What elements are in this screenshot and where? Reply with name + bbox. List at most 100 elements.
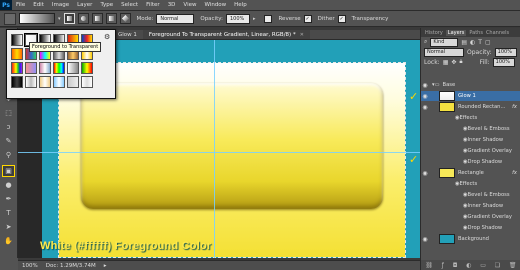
panel-tab[interactable]: Layers — [445, 29, 467, 36]
visibility-eye-icon[interactable] — [455, 213, 463, 221]
folder-icon[interactable]: ▭ — [480, 262, 486, 269]
visibility-eye-icon[interactable] — [455, 136, 463, 144]
folder-icon[interactable]: ▾▭ — [432, 82, 440, 88]
layer-opacity-field[interactable]: 100% — [494, 47, 517, 57]
menu-item[interactable]: Help — [230, 2, 251, 8]
gradient-preset-swatch[interactable] — [11, 76, 23, 88]
stamp-tool-icon[interactable]: ⚲ — [3, 150, 14, 160]
layer-row[interactable]: ◉ Effects — [421, 179, 520, 189]
gradient-preset-swatch[interactable] — [11, 34, 23, 46]
panel-tab[interactable]: Paths — [469, 30, 483, 36]
visibility-eye-icon[interactable] — [455, 191, 463, 199]
menu-item[interactable]: Filter — [142, 2, 164, 8]
mask-icon[interactable]: ◘ — [453, 262, 458, 269]
kind-filter-select[interactable]: Kind — [430, 37, 459, 47]
path-select-tool-icon[interactable]: ➤ — [3, 222, 14, 232]
visibility-eye-icon[interactable] — [447, 180, 455, 188]
diamond-gradient-button[interactable] — [119, 13, 131, 24]
mode-select[interactable]: Normal — [156, 13, 195, 24]
gradient-preset-swatch[interactable] — [53, 76, 65, 88]
layer-thumbnail[interactable] — [439, 234, 455, 244]
gradient-preset-swatch[interactable] — [25, 76, 37, 88]
gradient-preset-swatch[interactable] — [11, 48, 23, 60]
menu-item[interactable]: Window — [200, 2, 230, 8]
visibility-eye-icon[interactable]: ◉ — [421, 103, 429, 111]
brush-tool-icon[interactable]: ✎ — [3, 136, 14, 146]
menu-item[interactable]: Image — [48, 2, 73, 8]
layer-thumbnail[interactable] — [439, 102, 455, 112]
visibility-eye-icon[interactable] — [455, 224, 463, 232]
layer-row[interactable]: ◉ Background — [421, 234, 520, 244]
menu-item[interactable]: Edit — [29, 2, 48, 8]
layer-row[interactable]: ◉ Rounded Rectan... fx — [421, 102, 520, 112]
reflected-gradient-button[interactable] — [105, 13, 117, 24]
visibility-eye-icon[interactable] — [455, 158, 463, 166]
layer-row[interactable]: ◉ Bevel & Emboss — [421, 190, 520, 200]
panel-tab[interactable]: Channels — [486, 30, 509, 36]
layer-row[interactable]: ◉ Drop Shadow — [421, 157, 520, 167]
fx-icon[interactable]: ƒ — [442, 262, 444, 269]
transparency-checkbox[interactable]: ✓ — [337, 14, 346, 23]
trash-icon[interactable]: 🗑︎ — [509, 262, 517, 269]
zoom-level[interactable]: 100% — [22, 263, 38, 269]
filter-pixel-icon[interactable]: ▤ — [461, 39, 467, 46]
dither-checkbox[interactable]: ✓ — [303, 14, 312, 23]
new-layer-icon[interactable]: ❏ — [495, 262, 500, 269]
gradient-preset-swatch[interactable] — [81, 76, 93, 88]
layer-row[interactable]: ◉ ▾▭ Base — [421, 80, 520, 90]
filter-type-icon[interactable]: T — [478, 39, 482, 46]
gradient-preset-swatch[interactable] — [25, 62, 37, 74]
layer-row[interactable]: ◉ Bevel & Emboss — [421, 124, 520, 134]
layer-row[interactable]: ◉ Gradient Overlay — [421, 146, 520, 156]
gradient-preset-swatch[interactable] — [53, 62, 65, 74]
visibility-eye-icon[interactable] — [455, 147, 463, 155]
menu-item[interactable]: View — [179, 2, 200, 8]
gradient-preset-swatch[interactable] — [39, 62, 51, 74]
visibility-eye-icon[interactable] — [455, 125, 463, 133]
menu-item[interactable]: Layer — [73, 2, 96, 8]
radial-gradient-button[interactable] — [77, 13, 89, 24]
visibility-eye-icon[interactable]: ◉ — [421, 169, 429, 177]
panel-tab[interactable]: History — [425, 30, 443, 36]
layer-row[interactable]: ◉ Glow 1 — [421, 91, 520, 101]
layer-row[interactable]: ◉ Gradient Overlay — [421, 212, 520, 222]
chevron-right-icon[interactable]: ▸ — [253, 16, 256, 22]
blend-mode-select[interactable]: Normal — [424, 47, 464, 57]
linear-gradient-button[interactable] — [63, 13, 75, 24]
gear-icon[interactable]: ⚙ — [104, 33, 112, 41]
visibility-eye-icon[interactable] — [455, 202, 463, 210]
menu-item[interactable]: Select — [117, 2, 142, 8]
menu-item[interactable]: File — [12, 2, 29, 8]
layer-row[interactable]: ◉ Drop Shadow — [421, 223, 520, 233]
angle-gradient-button[interactable] — [91, 13, 103, 24]
filter-shape-icon[interactable]: ▢ — [485, 39, 491, 46]
dodge-tool-icon[interactable]: ● — [3, 180, 14, 190]
horizontal-guide[interactable] — [18, 152, 420, 153]
lock-pixels-icon[interactable]: ▦ — [443, 59, 449, 66]
gradient-preset-swatch[interactable] — [67, 62, 79, 74]
layer-row[interactable]: ◉ Inner Shadow — [421, 201, 520, 211]
hand-tool-icon[interactable]: ✋ — [3, 236, 14, 246]
fx-icon[interactable]: fx — [512, 170, 517, 176]
pen-tool-icon[interactable]: ✒ — [3, 194, 14, 204]
gradient-tool-preset-icon[interactable] — [4, 12, 16, 25]
gradient-preset-swatch[interactable] — [81, 62, 93, 74]
visibility-eye-icon[interactable] — [447, 114, 455, 122]
reverse-checkbox[interactable] — [264, 14, 273, 23]
gradient-preset-swatch[interactable] — [11, 62, 23, 74]
lock-all-icon[interactable]: 🔒︎ — [459, 58, 462, 66]
chevron-down-icon[interactable]: ▾ — [58, 16, 61, 22]
marquee-tool-icon[interactable]: ⬚ — [3, 108, 14, 118]
type-tool-icon[interactable]: T — [3, 208, 14, 218]
menu-item[interactable]: Type — [96, 2, 117, 8]
layer-row[interactable]: ◉ Effects — [421, 113, 520, 123]
gradient-preset-swatch[interactable] — [67, 76, 79, 88]
doc-tab-active[interactable]: Foreground To Transparent Gradient, Line… — [142, 30, 310, 39]
opacity-field[interactable]: 100% — [225, 13, 250, 24]
adjustment-icon[interactable]: ◐ — [466, 262, 471, 269]
close-icon[interactable]: ✕ — [300, 32, 304, 38]
vertical-guide[interactable] — [214, 40, 215, 258]
layer-thumbnail[interactable] — [439, 91, 455, 101]
chevron-right-icon[interactable]: ▸ — [104, 263, 107, 269]
fx-icon[interactable]: fx — [512, 104, 517, 110]
